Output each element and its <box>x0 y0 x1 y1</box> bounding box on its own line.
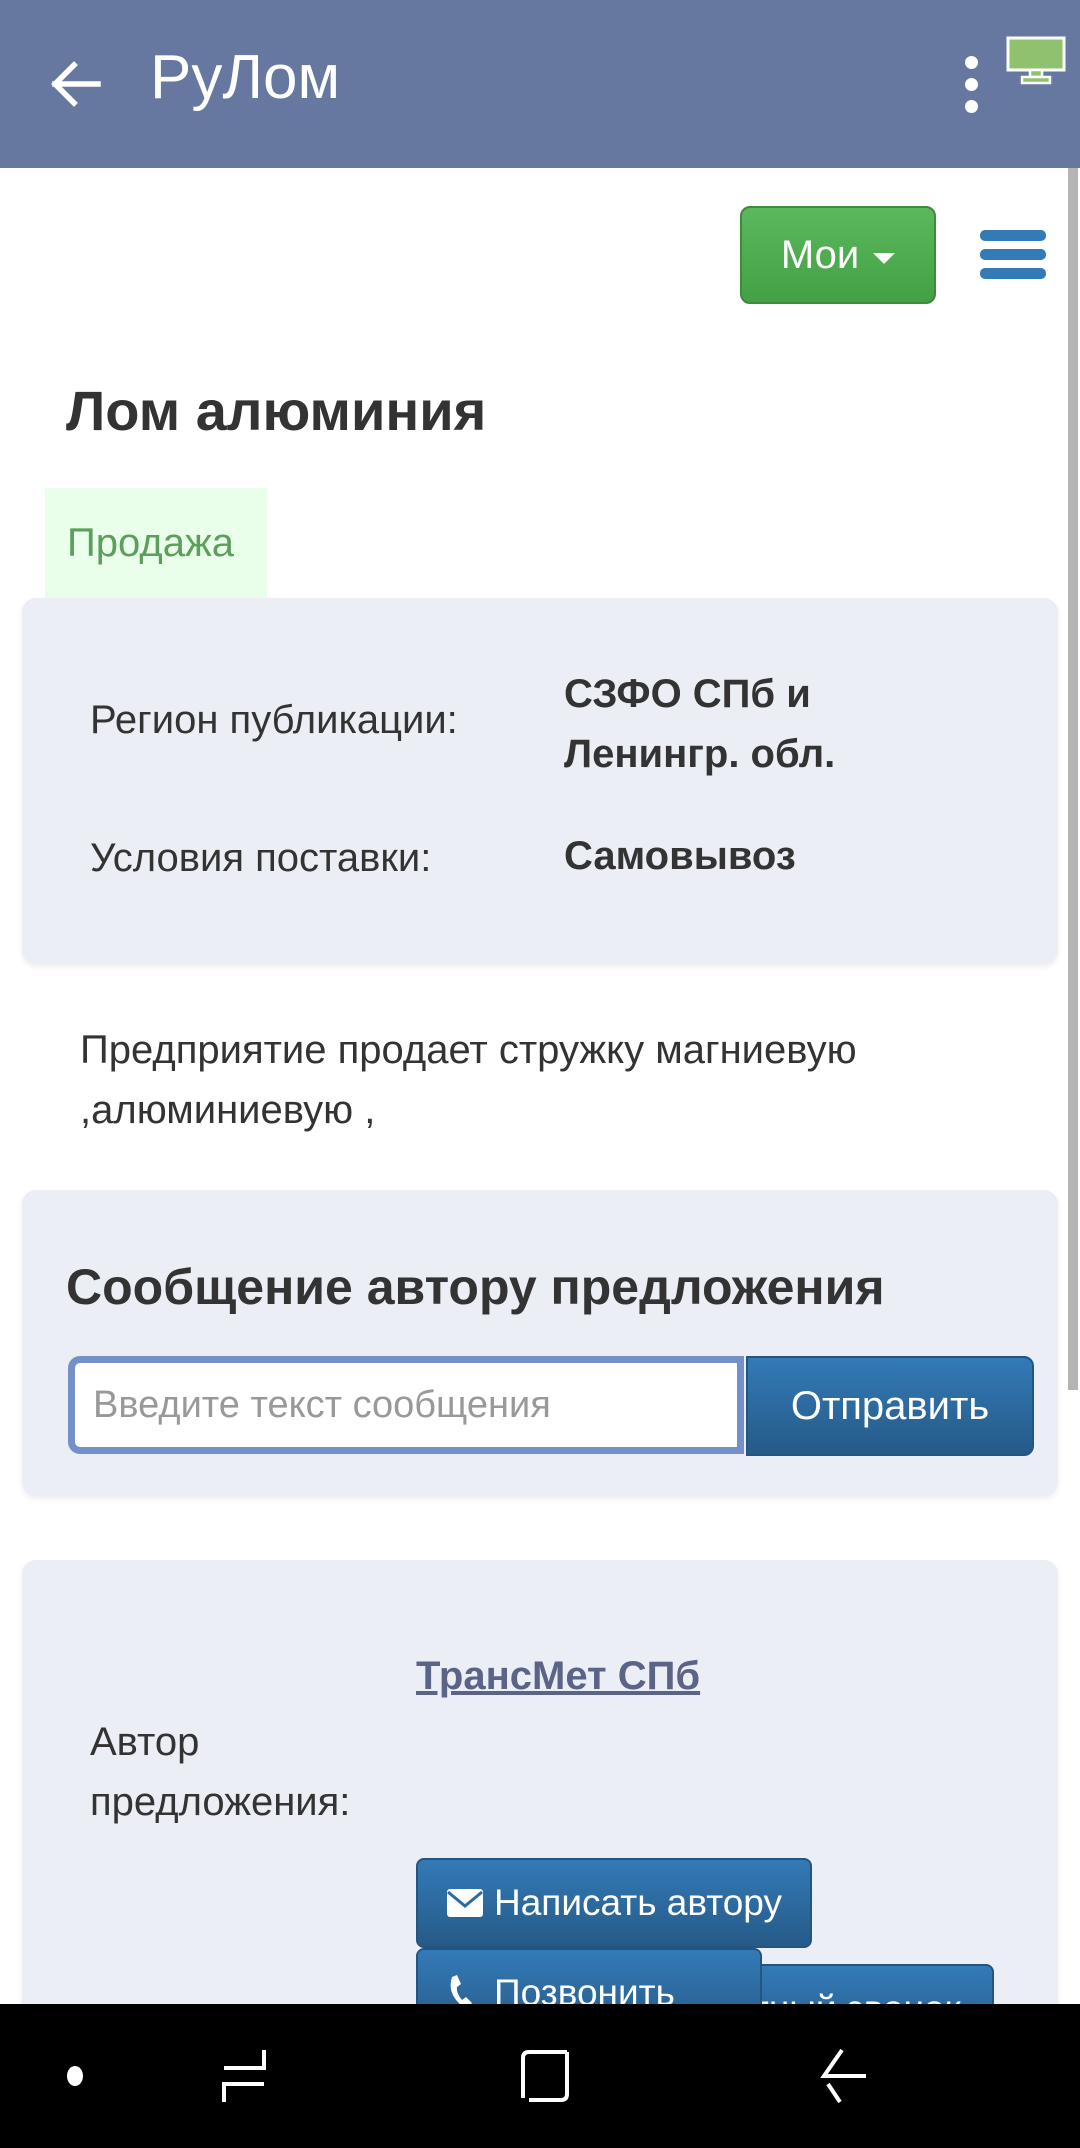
recent-apps-icon[interactable] <box>200 2004 290 2148</box>
envelope-icon <box>447 1889 483 1917</box>
caret-down-icon <box>873 252 896 264</box>
listing-description: Предприятие продает стружку магниевую ,а… <box>80 1028 857 1132</box>
app-title: РуЛом <box>150 43 341 112</box>
author-card: Автор предложения: ТрансМет СПб Написать… <box>22 1560 1058 2004</box>
region-value: СЗФО СПб и Ленингр. обл. <box>564 672 836 776</box>
phone-icon <box>450 1975 472 2004</box>
page-content: Мои Лом алюминия Продажа Регион публикац… <box>0 168 1080 2004</box>
dot-indicator-icon <box>40 2004 110 2148</box>
my-items-label: Мои <box>780 232 860 277</box>
back-button[interactable] <box>44 52 108 116</box>
app-bar: РуЛом <box>0 0 1080 168</box>
call-button-label: Позвонить <box>494 1972 675 2004</box>
more-vert-icon <box>965 56 978 69</box>
system-navigation-bar <box>0 2004 1080 2148</box>
call-button[interactable]: Позвонить <box>416 1948 762 2004</box>
region-label: Регион публикации: <box>90 698 458 742</box>
author-name-link[interactable]: ТрансМет СПб <box>416 1654 700 1699</box>
listing-details-card: Регион публикации: СЗФО СПб и Ленингр. о… <box>22 598 1058 964</box>
message-author-card: Сообщение автору предложения Отправить <box>22 1190 1058 1496</box>
desktop-monitor-icon[interactable] <box>1006 36 1066 86</box>
write-to-author-button[interactable]: Написать автору <box>416 1858 812 1948</box>
deal-type-badge: Продажа <box>45 488 267 598</box>
home-icon[interactable] <box>500 2004 590 2148</box>
send-message-button[interactable]: Отправить <box>746 1356 1034 1456</box>
author-label: Автор предложения: <box>90 1720 351 1824</box>
send-button-label: Отправить <box>790 1383 990 1428</box>
hamburger-menu-icon[interactable] <box>978 224 1048 284</box>
message-section-title: Сообщение автору предложения <box>66 1259 885 1315</box>
back-icon[interactable] <box>800 2004 890 2148</box>
delivery-terms-label: Условия поставки: <box>90 836 432 880</box>
delivery-terms-value: Самовывоз <box>564 834 796 878</box>
page-title: Лом алюминия <box>66 379 487 442</box>
arrow-left-icon <box>51 61 101 107</box>
page-scrollbar[interactable] <box>1068 168 1078 1390</box>
deal-type-label: Продажа <box>67 520 234 565</box>
overflow-menu-button[interactable] <box>950 52 994 116</box>
message-input[interactable] <box>68 1356 744 1454</box>
write-button-label: Написать автору <box>494 1882 782 1923</box>
my-items-dropdown-button[interactable]: Мои <box>740 206 936 304</box>
